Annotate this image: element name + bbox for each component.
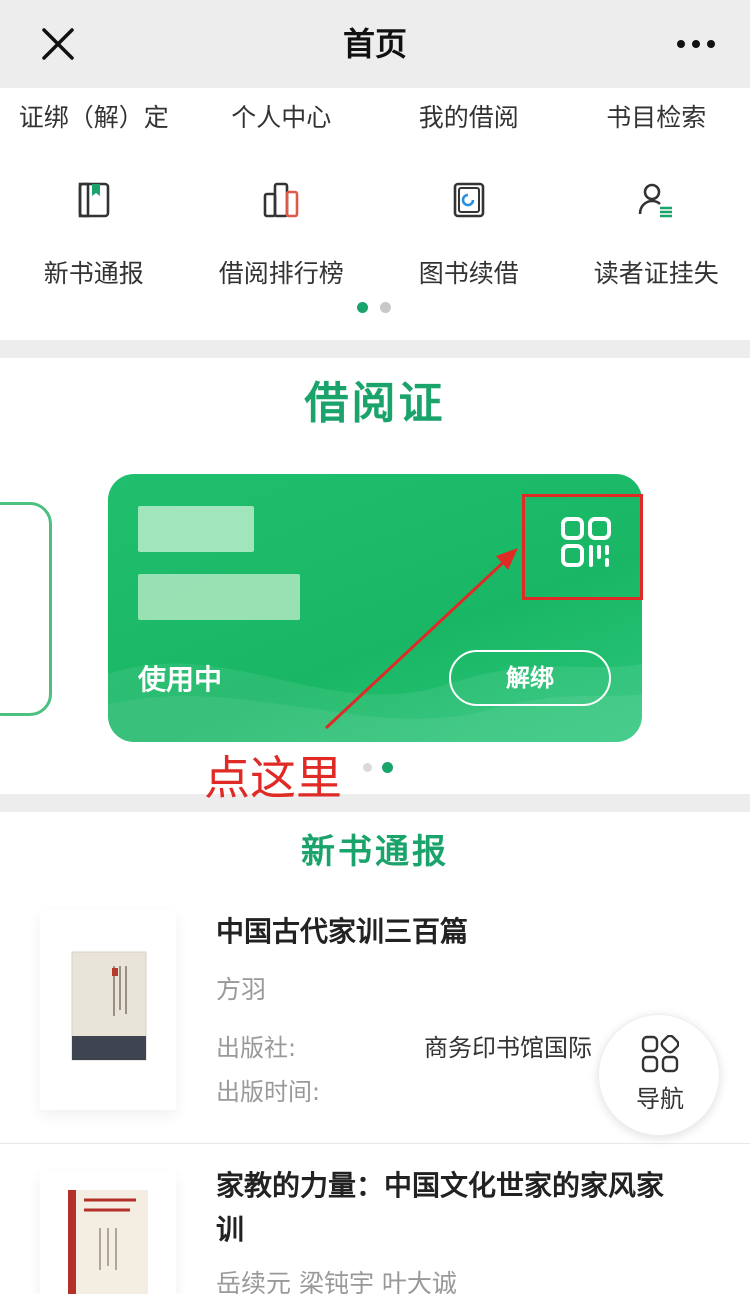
nav-bind-card[interactable]: 证绑（解）定 <box>0 96 188 140</box>
pubdate-label: 出版时间: <box>216 1078 321 1106</box>
grid-icon <box>641 1035 679 1073</box>
quick-nav-row-2: 新书通报 借阅排行榜 图书续借 读者证挂失 <box>0 252 750 296</box>
book-author: 岳续元 梁钝宇 叶大诚 <box>216 1269 457 1294</box>
card-page-indicator <box>363 762 393 773</box>
floating-nav-button[interactable]: 导航 <box>598 1014 720 1136</box>
nav-my-borrowing[interactable]: 我的借阅 <box>375 96 563 140</box>
page-indicator <box>357 302 391 313</box>
quick-nav-row-1: 证绑（解）定 个人中心 我的借阅 书目检索 <box>0 96 750 140</box>
previous-card[interactable] <box>0 502 52 716</box>
user-list-icon[interactable] <box>636 180 676 220</box>
top-bar: 首页 <box>0 0 750 88</box>
blurred-card-number <box>138 574 300 620</box>
quick-nav: 证绑（解）定 个人中心 我的借阅 书目检索 新书通报 借阅排行榜 图书续借 读者… <box>0 88 750 340</box>
more-icon[interactable] <box>676 38 716 50</box>
card-dot[interactable] <box>363 763 372 772</box>
publisher-value: 商务印书馆国际 <box>424 1034 592 1062</box>
unbind-button[interactable]: 解绑 <box>449 650 611 706</box>
book-cover[interactable] <box>40 910 176 1110</box>
section-title-new-books: 新书通报 <box>301 832 449 872</box>
book-icon[interactable] <box>74 180 114 220</box>
page-dot-active[interactable] <box>357 302 368 313</box>
card-dot-active[interactable] <box>382 762 393 773</box>
book-title[interactable]: 家教的力量：中国文化世家的家风家 <box>216 1164 664 1208</box>
book-author: 方羽 <box>216 975 267 1004</box>
annotation-text: 点这里 <box>204 751 342 805</box>
floating-nav-label: 导航 <box>636 1085 684 1113</box>
nav-personal-center[interactable]: 个人中心 <box>188 96 376 140</box>
nav-report-lost-card[interactable]: 读者证挂失 <box>563 252 750 296</box>
bar-chart-icon[interactable] <box>261 180 301 220</box>
book-title-line2[interactable]: 训 <box>216 1208 244 1252</box>
book-cover[interactable] <box>40 1170 176 1294</box>
page-title: 首页 <box>342 25 407 63</box>
annotation-highlight-box <box>522 494 643 600</box>
card-status: 使用中 <box>138 663 223 696</box>
nav-new-books[interactable]: 新书通报 <box>0 252 188 296</box>
book-cover-image <box>71 951 147 1061</box>
nav-catalog-search[interactable]: 书目检索 <box>563 96 750 140</box>
nav-borrow-ranking[interactable]: 借阅排行榜 <box>188 252 376 296</box>
section-title-library-card: 借阅证 <box>304 378 446 429</box>
book-title[interactable]: 中国古代家训三百篇 <box>216 910 468 954</box>
nav-renew-books[interactable]: 图书续借 <box>375 252 563 296</box>
library-card-section: 借阅证 使用中 解绑 点这里 <box>0 358 750 805</box>
renew-book-icon[interactable] <box>449 180 489 220</box>
book-item[interactable]: 家教的力量：中国文化世家的家风家 训 岳续元 梁钝宇 叶大诚 <box>0 1164 750 1294</box>
publisher-label: 出版社: <box>216 1034 297 1062</box>
blurred-card-name <box>138 506 254 552</box>
book-cover-image <box>68 1190 148 1294</box>
page-dot[interactable] <box>380 302 391 313</box>
